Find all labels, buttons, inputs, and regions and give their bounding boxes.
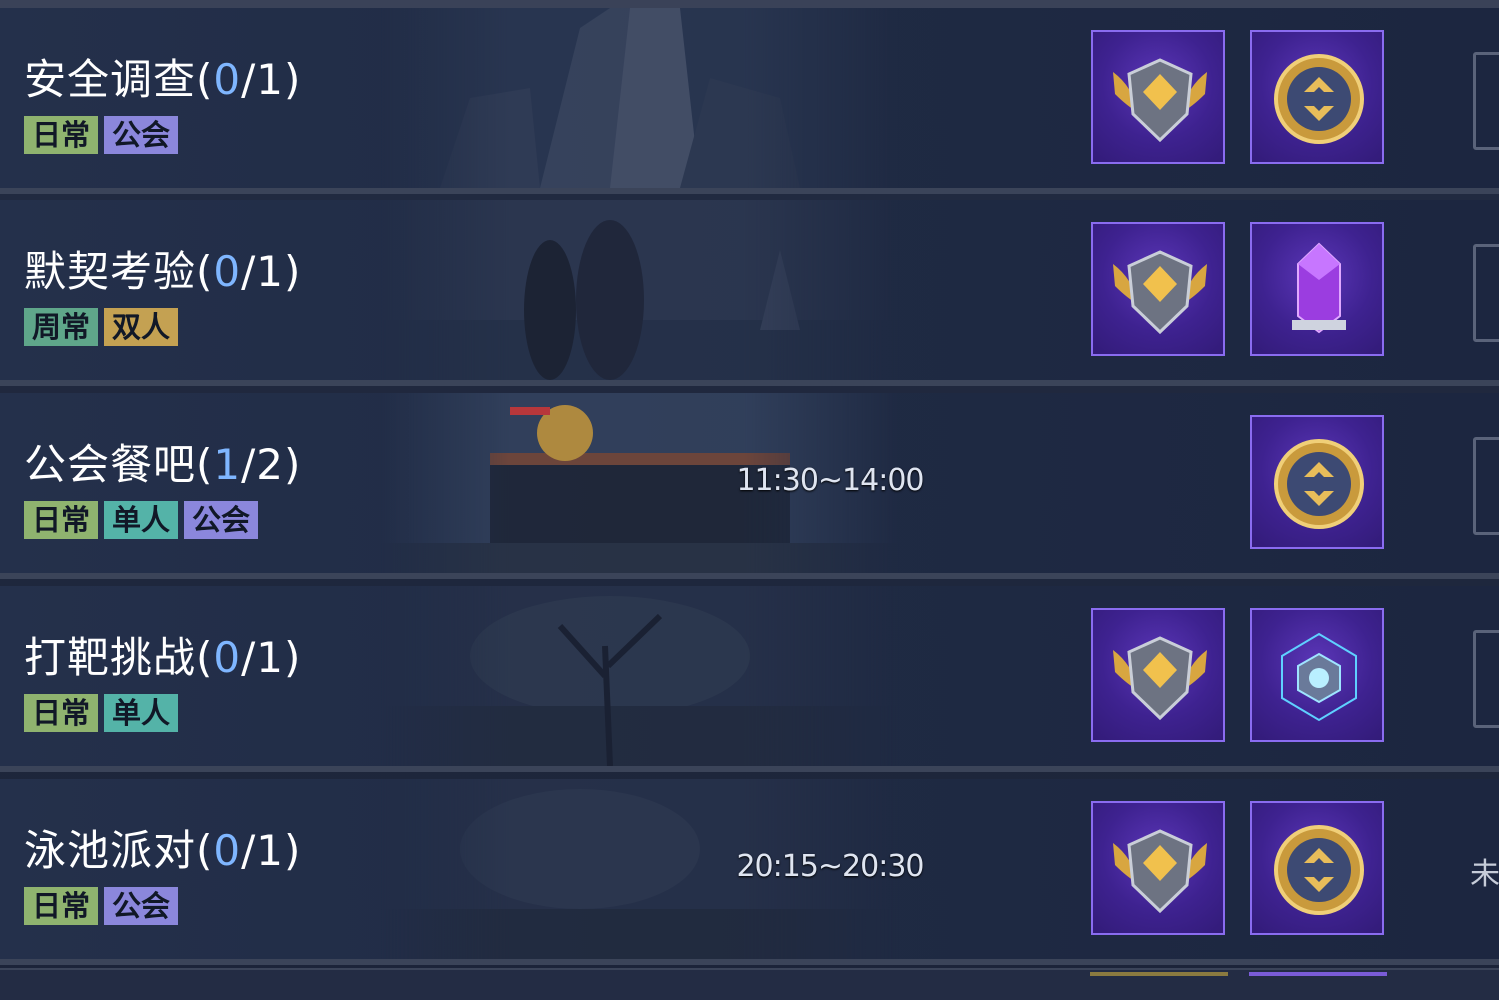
reward-slot[interactable]: [1250, 415, 1384, 549]
progress-current: 0: [213, 247, 242, 296]
claim-button[interactable]: [1473, 437, 1499, 535]
progress-current: 0: [213, 826, 242, 875]
scene-two-characters-image: [380, 200, 900, 380]
open-paren: (: [196, 633, 214, 682]
tag-solo: 单人: [104, 501, 179, 539]
task-title: 默契考验(0/1): [24, 238, 301, 299]
reward-slot[interactable]: [1250, 222, 1384, 356]
reward-slot-edge: [1090, 972, 1228, 976]
tag-group: 日常 公会: [24, 887, 179, 925]
reward-slot[interactable]: [1091, 222, 1225, 356]
claim-button[interactable]: [1473, 630, 1499, 728]
task-row-tacit-test[interactable]: 默契考验(0/1) 周常 双人: [0, 200, 1499, 386]
reward-slot[interactable]: [1091, 801, 1225, 935]
tag-group: 日常 单人: [24, 694, 179, 732]
tag-daily: 日常: [24, 501, 99, 539]
winged-badge-icon: [1113, 829, 1207, 914]
reward-slot[interactable]: [1250, 608, 1384, 742]
tag-daily: 日常: [24, 694, 99, 732]
tag-solo: 单人: [104, 694, 179, 732]
progress-current: 0: [213, 55, 242, 104]
task-row-partial: [0, 968, 1499, 1000]
tag-duo: 双人: [104, 308, 179, 346]
gold-coin-icon: [1274, 439, 1364, 529]
task-row-security-investigation[interactable]: 安全调查(0/1) 日常 公会: [0, 8, 1499, 194]
task-list-screen: 安全调查(0/1) 日常 公会 默契考验(0/1) 周常 双人 公会餐吧(1/2…: [0, 0, 1499, 1000]
tag-daily: 日常: [24, 887, 99, 925]
winged-badge-icon: [1113, 636, 1207, 721]
reward-slot[interactable]: [1091, 30, 1225, 164]
task-row-guild-diner[interactable]: 公会餐吧(1/2) 日常 单人 公会 11:30~14:00: [0, 393, 1499, 579]
task-name: 泳池派对: [24, 826, 197, 875]
open-paren: (: [196, 826, 214, 875]
winged-badge-icon: [1113, 250, 1207, 335]
tag-group: 周常 双人: [24, 308, 179, 346]
claim-button[interactable]: [1473, 52, 1499, 150]
progress-current: 0: [213, 633, 242, 682]
task-name: 默契考验: [24, 247, 197, 296]
tag-guild: 公会: [104, 887, 179, 925]
task-name: 安全调查: [24, 55, 197, 104]
open-time: 11:30~14:00: [736, 463, 924, 498]
gold-coin-icon: [1274, 54, 1364, 144]
open-time: 20:15~20:30: [736, 849, 924, 884]
reward-slot[interactable]: [1250, 30, 1384, 164]
reward-slot[interactable]: [1091, 608, 1225, 742]
progress-total: /2): [241, 440, 302, 489]
task-row-target-challenge[interactable]: 打靶挑战(0/1) 日常 单人: [0, 586, 1499, 772]
task-title: 泳池派对(0/1): [24, 817, 301, 878]
task-name: 打靶挑战: [24, 633, 197, 682]
gold-coin-icon: [1274, 825, 1364, 915]
tag-group: 日常 单人 公会: [24, 501, 259, 539]
tag-daily: 日常: [24, 116, 99, 154]
task-title: 安全调查(0/1): [24, 46, 301, 107]
progress-current: 1: [213, 440, 242, 489]
purple-crystal-icon: [1292, 242, 1346, 334]
tag-group: 日常 公会: [24, 116, 179, 154]
winged-badge-icon: [1113, 58, 1207, 143]
tag-weekly: 周常: [24, 308, 99, 346]
scene-city-tower-image: [380, 8, 900, 188]
progress-total: /1): [241, 633, 302, 682]
open-paren: (: [196, 55, 214, 104]
open-paren: (: [196, 440, 214, 489]
tag-guild: 公会: [184, 501, 259, 539]
tag-guild: 公会: [104, 116, 179, 154]
progress-total: /1): [241, 826, 302, 875]
task-title: 打靶挑战(0/1): [24, 624, 301, 685]
reward-slot[interactable]: [1250, 801, 1384, 935]
task-title: 公会餐吧(1/2): [24, 431, 301, 492]
status-text: 未: [1470, 857, 1499, 892]
open-paren: (: [196, 247, 214, 296]
reward-slot-edge: [1249, 972, 1387, 976]
task-name: 公会餐吧: [24, 440, 197, 489]
scene-forest-image: [380, 586, 900, 766]
claim-button[interactable]: [1473, 244, 1499, 342]
task-row-pool-party[interactable]: 泳池派对(0/1) 日常 公会 20:15~20:30 未: [0, 779, 1499, 965]
progress-total: /1): [241, 247, 302, 296]
progress-total: /1): [241, 55, 302, 104]
top-divider: [0, 0, 1499, 8]
blue-cube-icon: [1281, 632, 1357, 722]
